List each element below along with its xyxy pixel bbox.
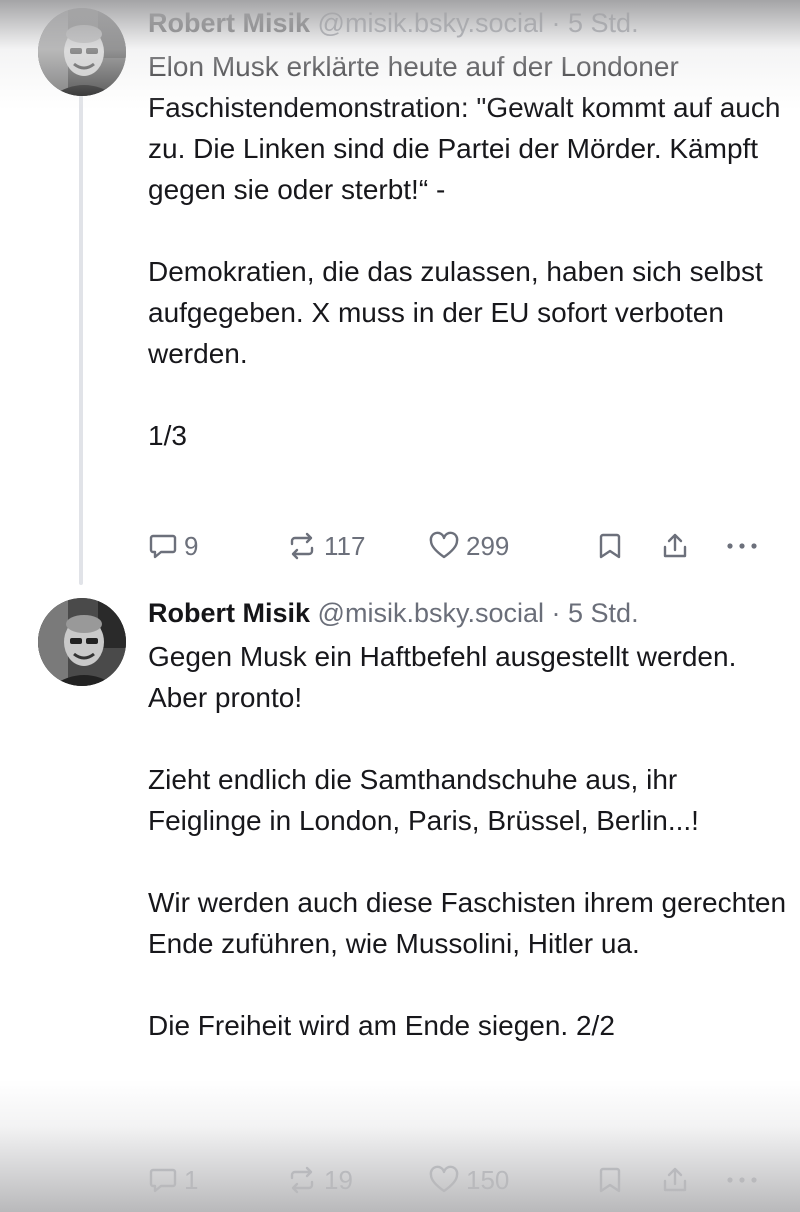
- post-paragraph: Elon Musk erklärte heute auf der Londone…: [148, 51, 781, 205]
- more-options-button[interactable]: [724, 1165, 760, 1195]
- author-handle[interactable]: @misik.bsky.social: [318, 8, 544, 38]
- share-upload-icon: [660, 1165, 690, 1195]
- bookmark-button[interactable]: [596, 531, 624, 561]
- more-options-button[interactable]: [724, 531, 760, 561]
- post-body: Elon Musk erklärte heute auf der Londone…: [148, 46, 788, 456]
- more-horizontal-icon: [724, 1165, 760, 1195]
- post-1-actions: 9 117 299: [148, 526, 778, 566]
- bookmark-icon: [596, 1165, 624, 1195]
- author-photo: [38, 598, 126, 686]
- avatar[interactable]: [38, 8, 126, 96]
- repost-arrows-icon: [286, 531, 318, 561]
- author-name[interactable]: Robert Misik: [148, 598, 310, 628]
- repost-button[interactable]: 19: [286, 1165, 353, 1196]
- meta-separator: ·: [551, 598, 561, 628]
- author-photo: [38, 8, 126, 96]
- post-timestamp[interactable]: 5 Std.: [568, 598, 639, 628]
- post-timestamp[interactable]: 5 Std.: [568, 8, 639, 38]
- bookmark-button[interactable]: [596, 1165, 624, 1195]
- speech-bubble-icon: [148, 1165, 178, 1195]
- post-paragraph: 1/3: [148, 420, 187, 451]
- like-button[interactable]: 150: [428, 1165, 509, 1196]
- repost-count: 19: [324, 1164, 353, 1195]
- share-button[interactable]: [660, 1165, 690, 1195]
- share-upload-icon: [660, 531, 690, 561]
- post-paragraph: Wir werden auch diese Faschisten ihrem g…: [148, 887, 787, 959]
- post-paragraph: Demokratien, die das zulassen, haben sic…: [148, 256, 763, 369]
- heart-outline-icon: [428, 1165, 460, 1195]
- avatar[interactable]: [38, 598, 126, 686]
- like-button[interactable]: 299: [428, 531, 509, 562]
- like-count: 150: [466, 1164, 510, 1195]
- reply-count: 1: [184, 1164, 199, 1195]
- share-button[interactable]: [660, 531, 690, 561]
- meta-separator: ·: [551, 8, 561, 38]
- post-paragraph: Zieht endlich die Samthandschuhe aus, ih…: [148, 764, 699, 836]
- heart-outline-icon: [428, 531, 460, 561]
- post-header: Robert Misik @misik.bsky.social · 5 Std.: [148, 596, 788, 630]
- repost-count: 117: [324, 530, 366, 561]
- repost-button[interactable]: 117: [286, 531, 365, 562]
- more-horizontal-icon: [724, 531, 760, 561]
- author-name[interactable]: Robert Misik: [148, 8, 310, 38]
- post-body: Gegen Musk ein Haftbefehl ausgestellt we…: [148, 636, 788, 1046]
- speech-bubble-icon: [148, 531, 178, 561]
- post-header: Robert Misik @misik.bsky.social · 5 Std.: [148, 6, 788, 40]
- post-paragraph: Gegen Musk ein Haftbefehl ausgestellt we…: [148, 641, 737, 713]
- bookmark-icon: [596, 531, 624, 561]
- reply-button[interactable]: 9: [148, 531, 198, 562]
- post-2-actions: 1 19 150: [148, 1160, 778, 1200]
- author-handle[interactable]: @misik.bsky.social: [318, 598, 544, 628]
- repost-arrows-icon: [286, 1165, 318, 1195]
- post-paragraph: Die Freiheit wird am Ende siegen. 2/2: [148, 1010, 615, 1041]
- reply-button[interactable]: 1: [148, 1165, 198, 1196]
- reply-count: 9: [184, 530, 199, 561]
- thread-connector-line: [79, 95, 83, 585]
- like-count: 299: [466, 530, 510, 561]
